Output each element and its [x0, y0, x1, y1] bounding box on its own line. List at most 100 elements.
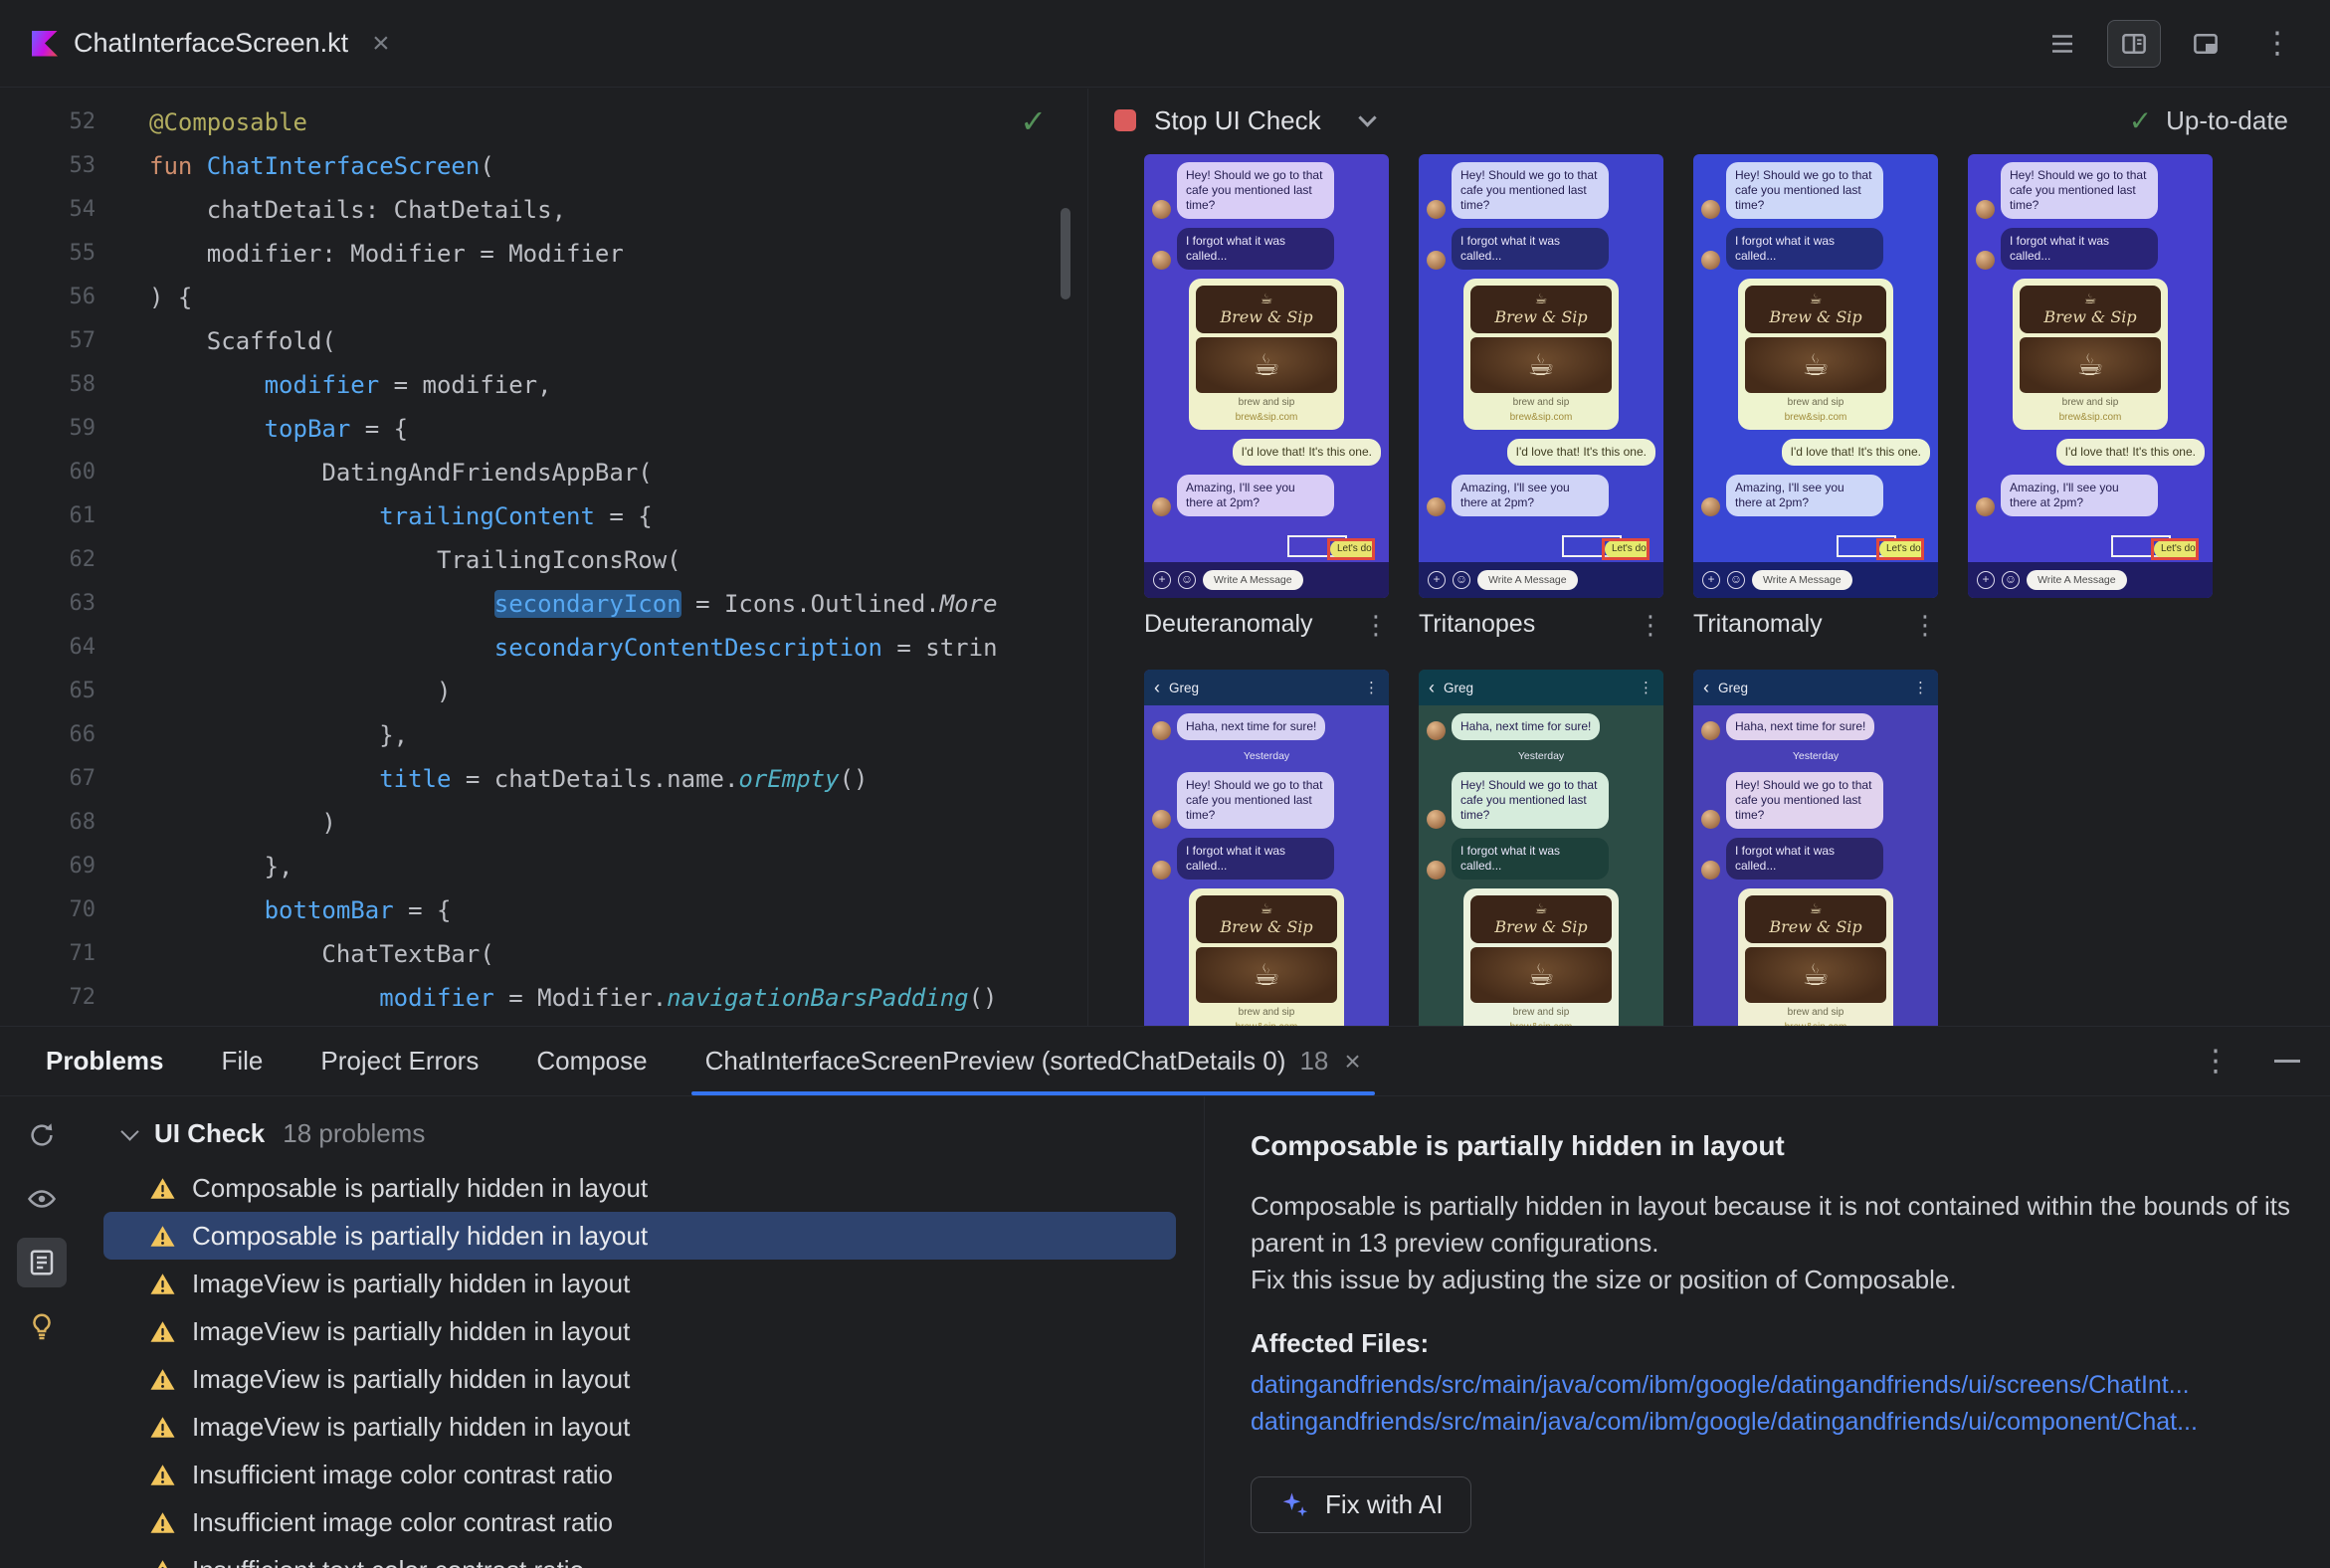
back-icon[interactable]: ‹ — [1429, 679, 1435, 696]
problem-text: ImageView is partially hidden in layout — [192, 1315, 631, 1346]
warning-icon — [150, 1511, 175, 1533]
editor-gutter[interactable]: 52 53 54 55 56 57 58 59 60 61 62 63 64 65 66 67 68 69 70 71… — [0, 100, 97, 1026]
chat-bubble: Hey! Should we go to that cafe you menti… — [1452, 772, 1609, 829]
stop-ui-check-button[interactable]: Stop UI Check — [1104, 99, 1331, 142]
preview-phone[interactable]: ‹ Greg ⋮ Haha, next time for sure! Yesterday… — [1144, 670, 1389, 1026]
chat-message: Hey! Should we go to that cafe you menti… — [1152, 772, 1381, 829]
tab-close-icon[interactable]: × — [372, 27, 390, 61]
preview-phone[interactable]: Hey! Should we go to that cafe you menti… — [1419, 154, 1663, 598]
problem-item[interactable]: Insufficient image color contrast ratio — [103, 1498, 1176, 1546]
avatar — [1152, 721, 1171, 740]
chat-bubble: I forgot what it was called... — [1726, 228, 1883, 270]
line-number: 54 — [69, 197, 97, 222]
chat-message: Hey! Should we go to that cafe you menti… — [1427, 772, 1655, 829]
back-icon[interactable]: ‹ — [1703, 679, 1709, 696]
back-icon[interactable]: ‹ — [1154, 679, 1160, 696]
editor-scrollbar[interactable] — [1061, 208, 1070, 299]
message-input[interactable]: Write A Message — [2027, 570, 2127, 590]
more-icon[interactable]: ⋮ — [1639, 679, 1653, 696]
problem-item[interactable]: ImageView is partially hidden in layout — [103, 1260, 1176, 1307]
code-token: }, — [149, 853, 293, 881]
coffee-photo: ☕ — [1196, 947, 1337, 1003]
tab-compose[interactable]: Compose — [536, 1027, 647, 1095]
line-number: 64 — [69, 635, 97, 660]
coffee-cup-icon: ☕ — [1802, 957, 1830, 993]
preview-phone[interactable]: Hey! Should we go to that cafe you menti… — [1693, 154, 1938, 598]
chat-bubble: I'd love that! It's this one. — [2055, 439, 2205, 466]
structure-view-button[interactable] — [2036, 20, 2089, 68]
add-icon[interactable]: + — [1428, 571, 1446, 589]
affected-file-link[interactable]: datingandfriends/src/main/java/com/ibm/g… — [1251, 1367, 2290, 1404]
problem-item[interactable]: Composable is partially hidden in layout — [103, 1212, 1176, 1260]
problem-item[interactable]: Composable is partially hidden in layout — [103, 1164, 1176, 1212]
chat-message: I forgot what it was called... — [1976, 228, 2205, 270]
more-icon[interactable]: ⋮ — [1913, 679, 1928, 696]
editor-tab[interactable]: ChatInterfaceScreen.kt × — [0, 0, 418, 87]
split-editor-icon — [2122, 33, 2146, 54]
avatar — [1701, 861, 1720, 880]
code-token: TrailingIconsRow( — [149, 546, 681, 574]
tab-problems[interactable]: Problems — [46, 1027, 164, 1095]
code-token: trailingContent — [379, 502, 595, 530]
preview-phone[interactable]: ‹ Greg ⋮ Haha, next time for sure! Yesterday… — [1693, 670, 1938, 1026]
message-input[interactable]: Write A Message — [1752, 570, 1852, 590]
panel-more-icon[interactable]: ⋮ — [2201, 1046, 2231, 1077]
code-token: = strin — [881, 634, 998, 662]
coffee-logo: ☕ Brew & Sip — [1196, 895, 1337, 943]
chat-bubble: I forgot what it was called... — [1177, 228, 1334, 270]
fix-with-ai-button[interactable]: Fix with AI — [1251, 1476, 1472, 1533]
add-icon[interactable]: + — [1702, 571, 1720, 589]
problem-item[interactable]: ImageView is partially hidden in layout — [103, 1403, 1176, 1451]
quick-fix-button[interactable] — [17, 1301, 67, 1351]
code-token: ) { — [149, 284, 193, 311]
affected-file-link[interactable]: datingandfriends/src/main/java/com/ibm/g… — [1251, 1404, 2290, 1441]
code-token: DatingAndFriendsAppBar( — [149, 459, 653, 487]
tab-close-icon[interactable]: × — [1344, 1046, 1360, 1078]
minimize-icon[interactable] — [2274, 1060, 2300, 1063]
tab-chatinterfacescreenpreview-sortedchatdetails-0-[interactable]: ChatInterfaceScreenPreview (sortedChatDe… — [690, 1027, 1375, 1095]
line-number: 60 — [69, 460, 97, 485]
emoji-icon[interactable]: ☺ — [2002, 571, 2020, 589]
problem-item[interactable]: ImageView is partially hidden in layout — [103, 1307, 1176, 1355]
add-icon[interactable]: + — [1977, 571, 1995, 589]
more-icon[interactable]: ⋮ — [1364, 679, 1379, 696]
add-icon[interactable]: + — [1153, 571, 1171, 589]
chat-bubble: Hey! Should we go to that cafe you menti… — [1177, 772, 1334, 829]
message-input[interactable]: Write A Message — [1203, 570, 1303, 590]
problem-item[interactable]: Insufficient text color contrast ratio — [103, 1546, 1176, 1568]
emoji-icon[interactable]: ☺ — [1453, 571, 1470, 589]
emoji-icon[interactable]: ☺ — [1727, 571, 1745, 589]
layout-issue-highlight: Let's do it — [1427, 534, 1655, 562]
problems-group-header[interactable]: UI Check 18 problems — [84, 1108, 1204, 1158]
code-token: }, — [149, 721, 409, 749]
line-number: 70 — [69, 897, 97, 922]
preview-visibility-button[interactable] — [17, 1174, 67, 1224]
more-icon[interactable]: ⋮ — [1638, 612, 1663, 638]
preview-layout-button[interactable] — [2179, 20, 2233, 68]
split-editor-button[interactable] — [2107, 19, 2161, 68]
problem-item[interactable]: Insufficient image color contrast ratio — [103, 1451, 1176, 1498]
problem-item[interactable]: ImageView is partially hidden in layout — [103, 1355, 1176, 1403]
chat-bubble: Hey! Should we go to that cafe you menti… — [1452, 162, 1609, 219]
problems-list-view-button[interactable] — [17, 1238, 67, 1287]
coffee-caption: brew and sip — [1238, 1007, 1295, 1018]
message-input[interactable]: Write A Message — [1477, 570, 1578, 590]
chevron-down-icon[interactable] — [1357, 107, 1377, 127]
preview-phone[interactable]: ‹ Greg ⋮ Haha, next time for sure! Yesterday… — [1419, 670, 1663, 1026]
more-icon[interactable]: ⋮ — [1912, 612, 1938, 638]
tab-project-errors[interactable]: Project Errors — [320, 1027, 479, 1095]
preview-phone[interactable]: Hey! Should we go to that cafe you menti… — [1968, 154, 2213, 598]
structure-icon — [2052, 34, 2072, 53]
emoji-icon[interactable]: ☺ — [1178, 571, 1196, 589]
chat-bubble: Amazing, I'll see you there at 2pm? — [1726, 475, 1883, 516]
editor-code[interactable]: @Composable fun ChatInterfaceScreen( chat… — [149, 100, 1086, 1026]
chat-thread: Haha, next time for sure! Yesterday Hey! S… — [1144, 705, 1389, 1026]
more-icon[interactable]: ⋮ — [1363, 612, 1389, 638]
coffee-card: ☕Brew & Sip☕brew and sipbrew&sip.com — [2013, 279, 2168, 430]
refresh-button[interactable] — [17, 1110, 67, 1160]
more-options-button[interactable]: ⋮ — [2250, 20, 2304, 68]
tab-file[interactable]: File — [222, 1027, 264, 1095]
preview-phone[interactable]: Hey! Should we go to that cafe you menti… — [1144, 154, 1389, 598]
code-line: ) — [149, 801, 1086, 845]
